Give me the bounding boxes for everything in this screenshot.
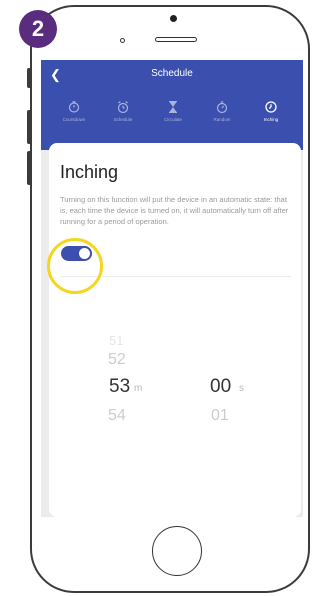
mode-tabs: Countdown Schedule Circulate Random Inch…: [41, 100, 303, 134]
minute-option-below[interactable]: 54: [108, 407, 126, 425]
phone-volume-down: [27, 151, 32, 185]
stopwatch-icon: [216, 101, 228, 114]
tab-schedule[interactable]: Schedule: [97, 100, 149, 122]
second-option-below[interactable]: 01: [211, 407, 229, 425]
tab-label: Random: [213, 117, 231, 122]
tab-label: Countdown: [62, 117, 86, 122]
step-number-badge: 2: [19, 10, 57, 48]
minute-selected[interactable]: 53: [109, 376, 130, 398]
tab-label: Schedule: [113, 117, 133, 122]
second-selected[interactable]: 00: [210, 376, 231, 398]
minute-unit: m: [134, 383, 143, 394]
page-title: Schedule: [151, 68, 193, 79]
tab-countdown[interactable]: Countdown: [48, 100, 100, 122]
tab-random[interactable]: Random: [196, 100, 248, 122]
home-button[interactable]: [152, 526, 202, 576]
phone-side-button: [27, 68, 32, 88]
alarm-clock-icon: [117, 101, 129, 114]
front-camera: [170, 15, 177, 22]
app-header: ❮ Schedule Countdown Schedule Circulate …: [41, 60, 303, 150]
tab-inching[interactable]: Inching: [245, 100, 297, 122]
highlight-circle: [47, 238, 103, 294]
tab-label: Inching: [263, 117, 279, 122]
inching-description: Turning on this function will put the de…: [60, 195, 289, 226]
timer-icon: [68, 101, 80, 113]
sensor: [120, 38, 125, 43]
card-title: Inching: [60, 162, 119, 182]
earpiece-speaker: [155, 37, 197, 42]
phone-volume-up: [27, 110, 32, 144]
clock-icon: [265, 101, 277, 113]
time-picker[interactable]: 51 52 53 m 54 00 s 01: [49, 333, 301, 483]
minute-option-above2[interactable]: 51: [109, 333, 123, 348]
hourglass-icon: [169, 101, 177, 113]
second-unit: s: [239, 383, 244, 394]
tab-circulate[interactable]: Circulate: [147, 100, 199, 122]
inching-card: Inching Turning on this function will pu…: [49, 143, 301, 517]
minute-option-above[interactable]: 52: [108, 351, 126, 369]
tab-label: Circulate: [164, 117, 182, 122]
